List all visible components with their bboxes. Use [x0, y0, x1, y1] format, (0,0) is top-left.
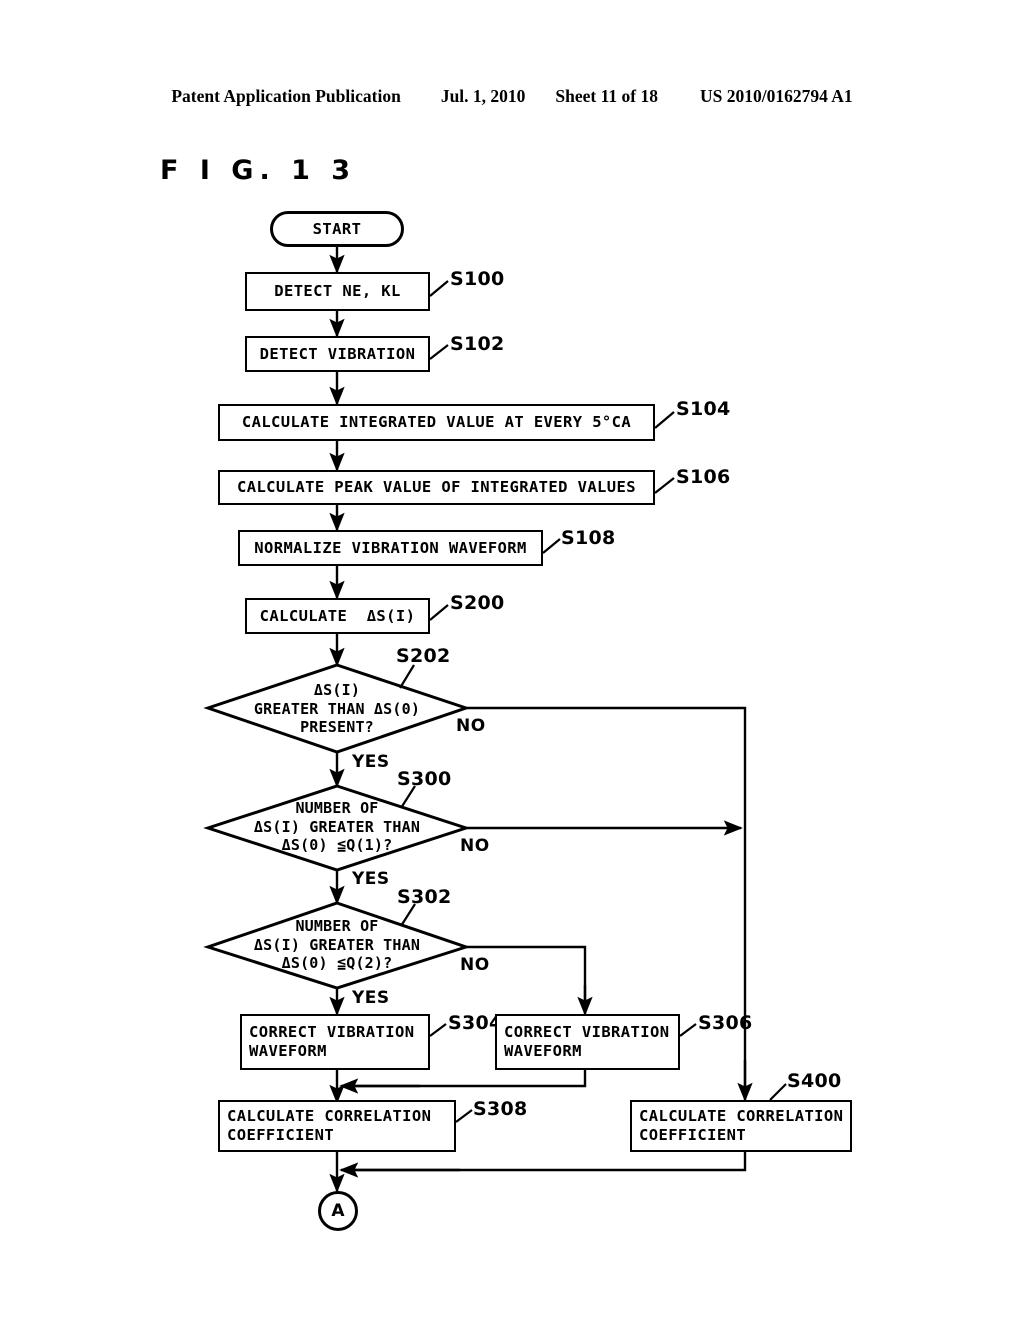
flow-node-start-label: START — [312, 219, 362, 238]
flow-node-s400-label: CALCULATE CORRELATION COEFFICIENT — [639, 1107, 844, 1144]
step-tag-s302: S302 — [397, 886, 452, 908]
flow-node-s304[interactable]: CORRECT VIBRATION WAVEFORM — [240, 1014, 430, 1070]
flow-node-s202-shape — [203, 663, 471, 990]
flow-node-s202-label: ΔS(I) GREATER THAN ΔS(0) PRESENT? — [253, 681, 421, 737]
flow-node-s400[interactable]: CALCULATE CORRELATION COEFFICIENT — [630, 1100, 852, 1152]
flowchart-connectors — [329, 247, 753, 1193]
flow-node-s106[interactable]: CALCULATE PEAK VALUE OF INTEGRATED VALUE… — [218, 470, 655, 505]
branch-label-s302-no: NO — [460, 955, 490, 975]
flow-node-s308-label: CALCULATE CORRELATION COEFFICIENT — [227, 1107, 432, 1144]
flow-node-s102-label: DETECT VIBRATION — [259, 344, 416, 363]
flow-node-s300-label: NUMBER OF ΔS(I) GREATER THAN ΔS(0) ≦Q(1)… — [253, 799, 421, 855]
step-tag-s100: S100 — [450, 268, 505, 290]
flow-node-s302-label: NUMBER OF ΔS(I) GREATER THAN ΔS(0) ≦Q(2)… — [253, 917, 421, 973]
flow-node-s108[interactable]: NORMALIZE VIBRATION WAVEFORM — [238, 530, 543, 566]
flow-node-s200[interactable]: CALCULATE ΔS(I) — [245, 598, 430, 634]
branch-label-s302-yes: YES — [352, 988, 390, 1008]
flow-node-s100-label: DETECT NE, KL — [274, 282, 401, 301]
flow-node-s304-label: CORRECT VIBRATION WAVEFORM — [249, 1023, 415, 1060]
step-tag-leaders — [399, 280, 787, 1123]
step-tag-s202: S202 — [396, 645, 451, 667]
branch-label-s202-no: NO — [456, 716, 486, 736]
step-tag-s306: S306 — [698, 1012, 753, 1034]
flow-node-s200-label: CALCULATE ΔS(I) — [259, 606, 416, 625]
flowchart: START DETECT NE, KL S100 DETECT VIBRATIO… — [0, 0, 1024, 1320]
flow-node-start[interactable]: START — [270, 211, 404, 247]
flow-node-s104[interactable]: CALCULATE INTEGRATED VALUE AT EVERY 5°CA — [218, 404, 655, 441]
flow-node-s102[interactable]: DETECT VIBRATION — [245, 336, 430, 372]
step-tag-s108: S108 — [561, 527, 616, 549]
branch-label-s202-yes: YES — [352, 752, 390, 772]
flow-node-s306[interactable]: CORRECT VIBRATION WAVEFORM — [495, 1014, 680, 1070]
flow-node-s306-label: CORRECT VIBRATION WAVEFORM — [504, 1023, 670, 1060]
step-tag-s102: S102 — [450, 333, 505, 355]
branch-label-s300-no: NO — [460, 836, 490, 856]
step-tag-s104: S104 — [676, 398, 731, 420]
step-tag-s308: S308 — [473, 1098, 528, 1120]
flow-connector-a-label: A — [331, 1201, 345, 1221]
step-tag-s400: S400 — [787, 1070, 842, 1092]
flow-node-s104-label: CALCULATE INTEGRATED VALUE AT EVERY 5°CA — [241, 413, 632, 432]
flow-node-s106-label: CALCULATE PEAK VALUE OF INTEGRATED VALUE… — [236, 478, 636, 497]
flow-node-s108-label: NORMALIZE VIBRATION WAVEFORM — [254, 538, 527, 557]
branch-label-s300-yes: YES — [352, 869, 390, 889]
flow-node-s100[interactable]: DETECT NE, KL — [245, 272, 430, 311]
step-tag-s200: S200 — [450, 592, 505, 614]
flow-node-s308[interactable]: CALCULATE CORRELATION COEFFICIENT — [218, 1100, 456, 1152]
step-tag-s106: S106 — [676, 466, 731, 488]
flow-connector-a[interactable]: A — [318, 1191, 358, 1231]
step-tag-s300: S300 — [397, 768, 452, 790]
